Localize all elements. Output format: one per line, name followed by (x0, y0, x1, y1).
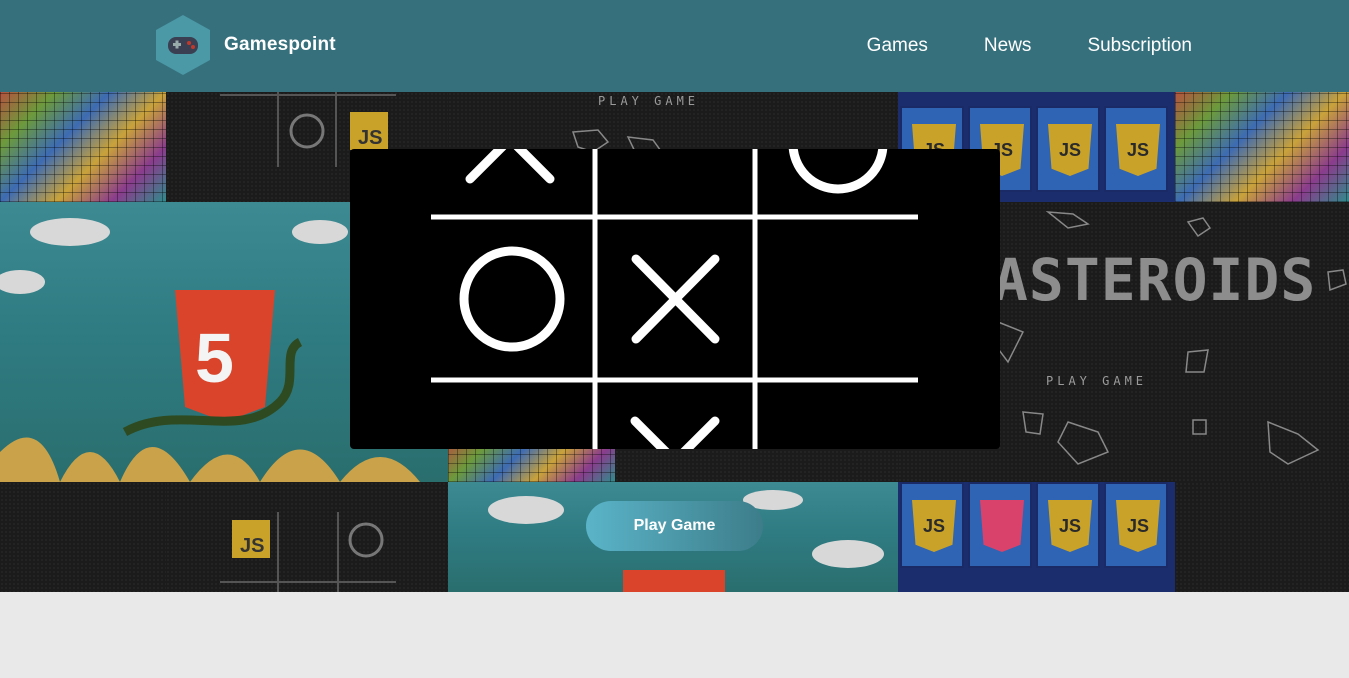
main-nav: Games News Subscription (811, 34, 1192, 58)
top-navbar: Gamespoint Games News Subscription (0, 0, 1349, 92)
svg-text:JS: JS (240, 535, 264, 557)
page-bottom-area (0, 592, 1349, 678)
nav-item-news[interactable]: News (984, 34, 1032, 58)
featured-game-frame[interactable] (350, 149, 1000, 449)
brand-name: Gamespoint (224, 34, 336, 55)
play-game-button[interactable]: Play Game (586, 501, 763, 551)
svg-text:JS: JS (358, 127, 382, 149)
brand-link[interactable]: Gamespoint (156, 15, 336, 75)
js-memory-tile-bottom: JS ✕ JS JS (898, 482, 1175, 592)
tetris-tile (0, 92, 166, 202)
nav-item-subscription[interactable]: Subscription (1087, 34, 1192, 58)
gamepad-icon (156, 15, 210, 75)
dark-tile-bottom (0, 482, 166, 592)
tetris-tile-right (1175, 92, 1349, 202)
dark-tile-bottom-right (1175, 482, 1349, 592)
svg-text:5: 5 (195, 319, 234, 397)
nav-item-games[interactable]: Games (867, 34, 928, 58)
tictactoe-tile-bottom: JS (166, 482, 448, 592)
